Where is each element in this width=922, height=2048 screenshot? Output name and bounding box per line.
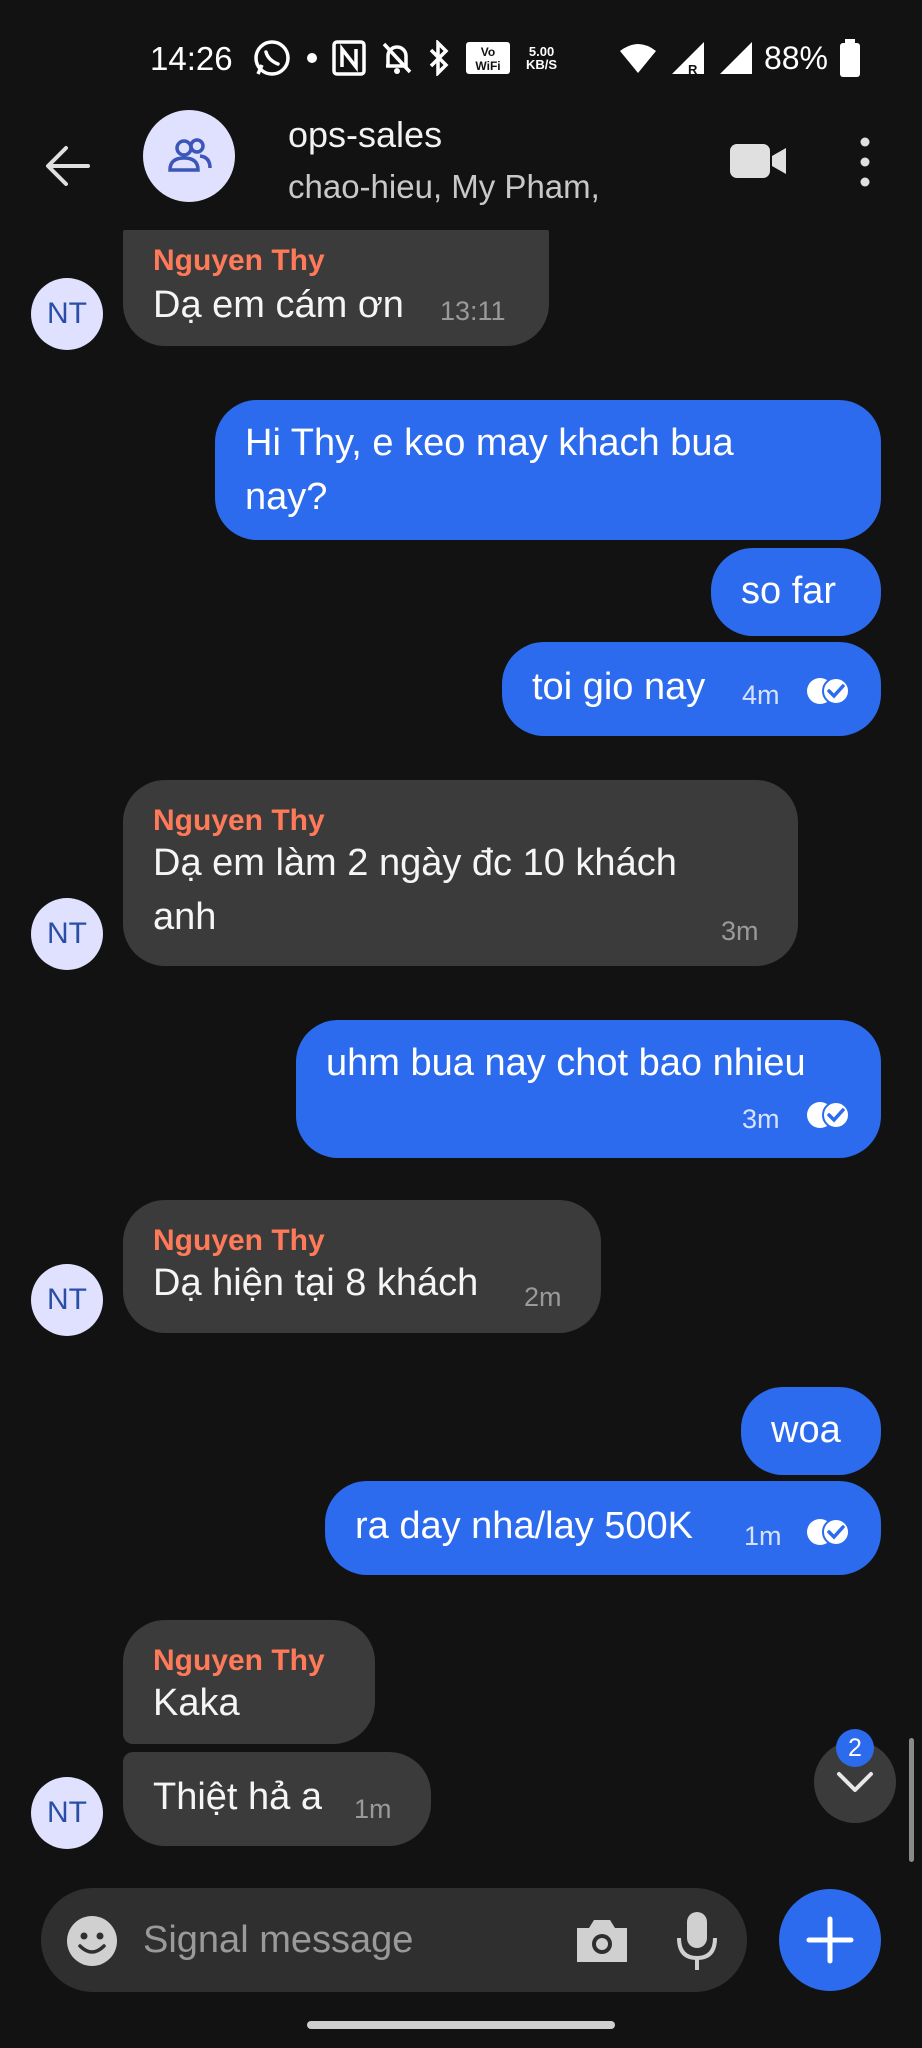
whatsapp-icon — [254, 40, 290, 76]
read-receipt-icon — [807, 1518, 850, 1546]
message-time: 13:11 — [440, 296, 506, 326]
message-bubble-outgoing[interactable]: so far — [711, 548, 881, 636]
avatar[interactable]: NT — [31, 898, 103, 970]
sender-name: Nguyen Thy — [153, 1224, 325, 1257]
read-receipt-icon — [807, 1101, 850, 1129]
video-call-icon[interactable] — [726, 138, 790, 184]
sender-name: Nguyen Thy — [153, 804, 325, 837]
message-text: toi gio nay — [532, 666, 706, 708]
status-bar: 14:26 Vo WiFi 5.00 KB/S R 88% — [0, 0, 922, 110]
svg-text:R: R — [688, 62, 698, 76]
battery-percent: 88% — [763, 39, 828, 76]
status-time: 14:26 — [150, 40, 233, 77]
vowifi-icon: VoWiFi — [466, 42, 510, 74]
unread-count-badge: 2 — [836, 1729, 874, 1767]
avatar[interactable]: NT — [31, 1264, 103, 1336]
group-icon — [168, 138, 212, 172]
message-text: so far — [741, 570, 837, 612]
chat-title[interactable]: ops-sales — [288, 114, 442, 156]
chevron-down-icon — [837, 1772, 873, 1792]
message-bubble-incoming[interactable]: Nguyen Thy Dạ hiện tại 8 khách 2m — [123, 1200, 601, 1333]
avatar[interactable]: NT — [31, 278, 103, 350]
camera-icon[interactable] — [573, 1914, 631, 1966]
message-text: Kaka — [153, 1682, 240, 1724]
net-speed: 5.00 KB/S — [526, 44, 558, 72]
sender-name: Nguyen Thy — [153, 244, 325, 277]
message-time: 1m — [744, 1521, 782, 1551]
message-time: 3m — [721, 916, 759, 946]
more-options-icon[interactable] — [850, 132, 880, 192]
message-time: 2m — [524, 1282, 562, 1312]
scrollbar[interactable] — [909, 1738, 914, 1862]
wifi-icon — [619, 44, 656, 73]
message-bubble-outgoing[interactable]: toi gio nay 4m — [502, 642, 881, 736]
read-receipt-icon — [807, 677, 850, 705]
chat-header: ops-sales chao-hieu, My Pham, — [0, 110, 922, 230]
signal-icon-2 — [719, 42, 752, 74]
message-text: ra day nha/lay 500K — [355, 1505, 694, 1547]
plus-icon — [806, 1916, 854, 1964]
message-bubble-outgoing[interactable]: Hi Thy, e keo may khach bua nay? — [215, 400, 881, 540]
message-bubble-outgoing[interactable]: woa — [741, 1387, 881, 1475]
message-bubble-outgoing[interactable]: uhm bua nay chot bao nhieu 3m — [296, 1020, 881, 1158]
microphone-icon[interactable] — [675, 1910, 719, 1972]
message-input[interactable] — [143, 1912, 443, 1968]
message-text-line-2: anh — [153, 896, 217, 938]
back-arrow-icon[interactable] — [40, 136, 100, 196]
message-text-line-1: Hi Thy, e keo may khach bua — [245, 422, 734, 464]
message-text: Dạ hiện tại 8 khách — [153, 1262, 479, 1304]
message-text: uhm bua nay chot bao nhieu — [326, 1042, 806, 1084]
message-bubble-incoming[interactable]: Nguyen Thy Dạ em làm 2 ngày đc 10 khách … — [123, 780, 798, 966]
home-indicator[interactable] — [307, 2021, 615, 2029]
message-time: 3m — [742, 1104, 780, 1134]
message-time: 4m — [742, 680, 780, 710]
sender-name: Nguyen Thy — [153, 1644, 325, 1677]
message-text-line-1: Dạ em làm 2 ngày đc 10 khách — [153, 842, 677, 884]
signal-icon: R — [671, 42, 704, 76]
dot-icon — [307, 53, 317, 63]
message-composer — [41, 1888, 747, 1992]
message-text: Thiệt hả a — [153, 1776, 322, 1818]
svg-text:Vo: Vo — [481, 45, 495, 59]
bell-off-icon — [382, 42, 412, 74]
avatar[interactable]: NT — [31, 1777, 103, 1849]
emoji-icon[interactable] — [65, 1914, 119, 1968]
conversation[interactable]: Nguyen Thy Dạ em cám ơn 13:11 NT Hi Thy,… — [0, 230, 922, 1860]
nfc-icon — [332, 40, 366, 76]
attach-plus-button[interactable] — [779, 1889, 881, 1991]
group-avatar[interactable] — [143, 110, 235, 202]
message-bubble-incoming[interactable]: Nguyen Thy Kaka — [123, 1620, 375, 1744]
message-bubble-incoming[interactable]: Thiệt hả a 1m — [123, 1752, 431, 1846]
message-text: Dạ em cám ơn — [153, 284, 404, 326]
svg-text:WiFi: WiFi — [475, 59, 500, 73]
message-text-line-2: nay? — [245, 476, 328, 518]
message-text: woa — [771, 1409, 841, 1451]
message-time: 1m — [354, 1794, 392, 1824]
chat-members[interactable]: chao-hieu, My Pham, — [288, 168, 600, 206]
message-bubble-outgoing[interactable]: ra day nha/lay 500K 1m — [325, 1481, 881, 1575]
message-bubble-incoming[interactable]: Nguyen Thy Dạ em cám ơn 13:11 — [123, 230, 549, 346]
bluetooth-icon — [429, 40, 449, 76]
battery-icon — [840, 39, 860, 77]
